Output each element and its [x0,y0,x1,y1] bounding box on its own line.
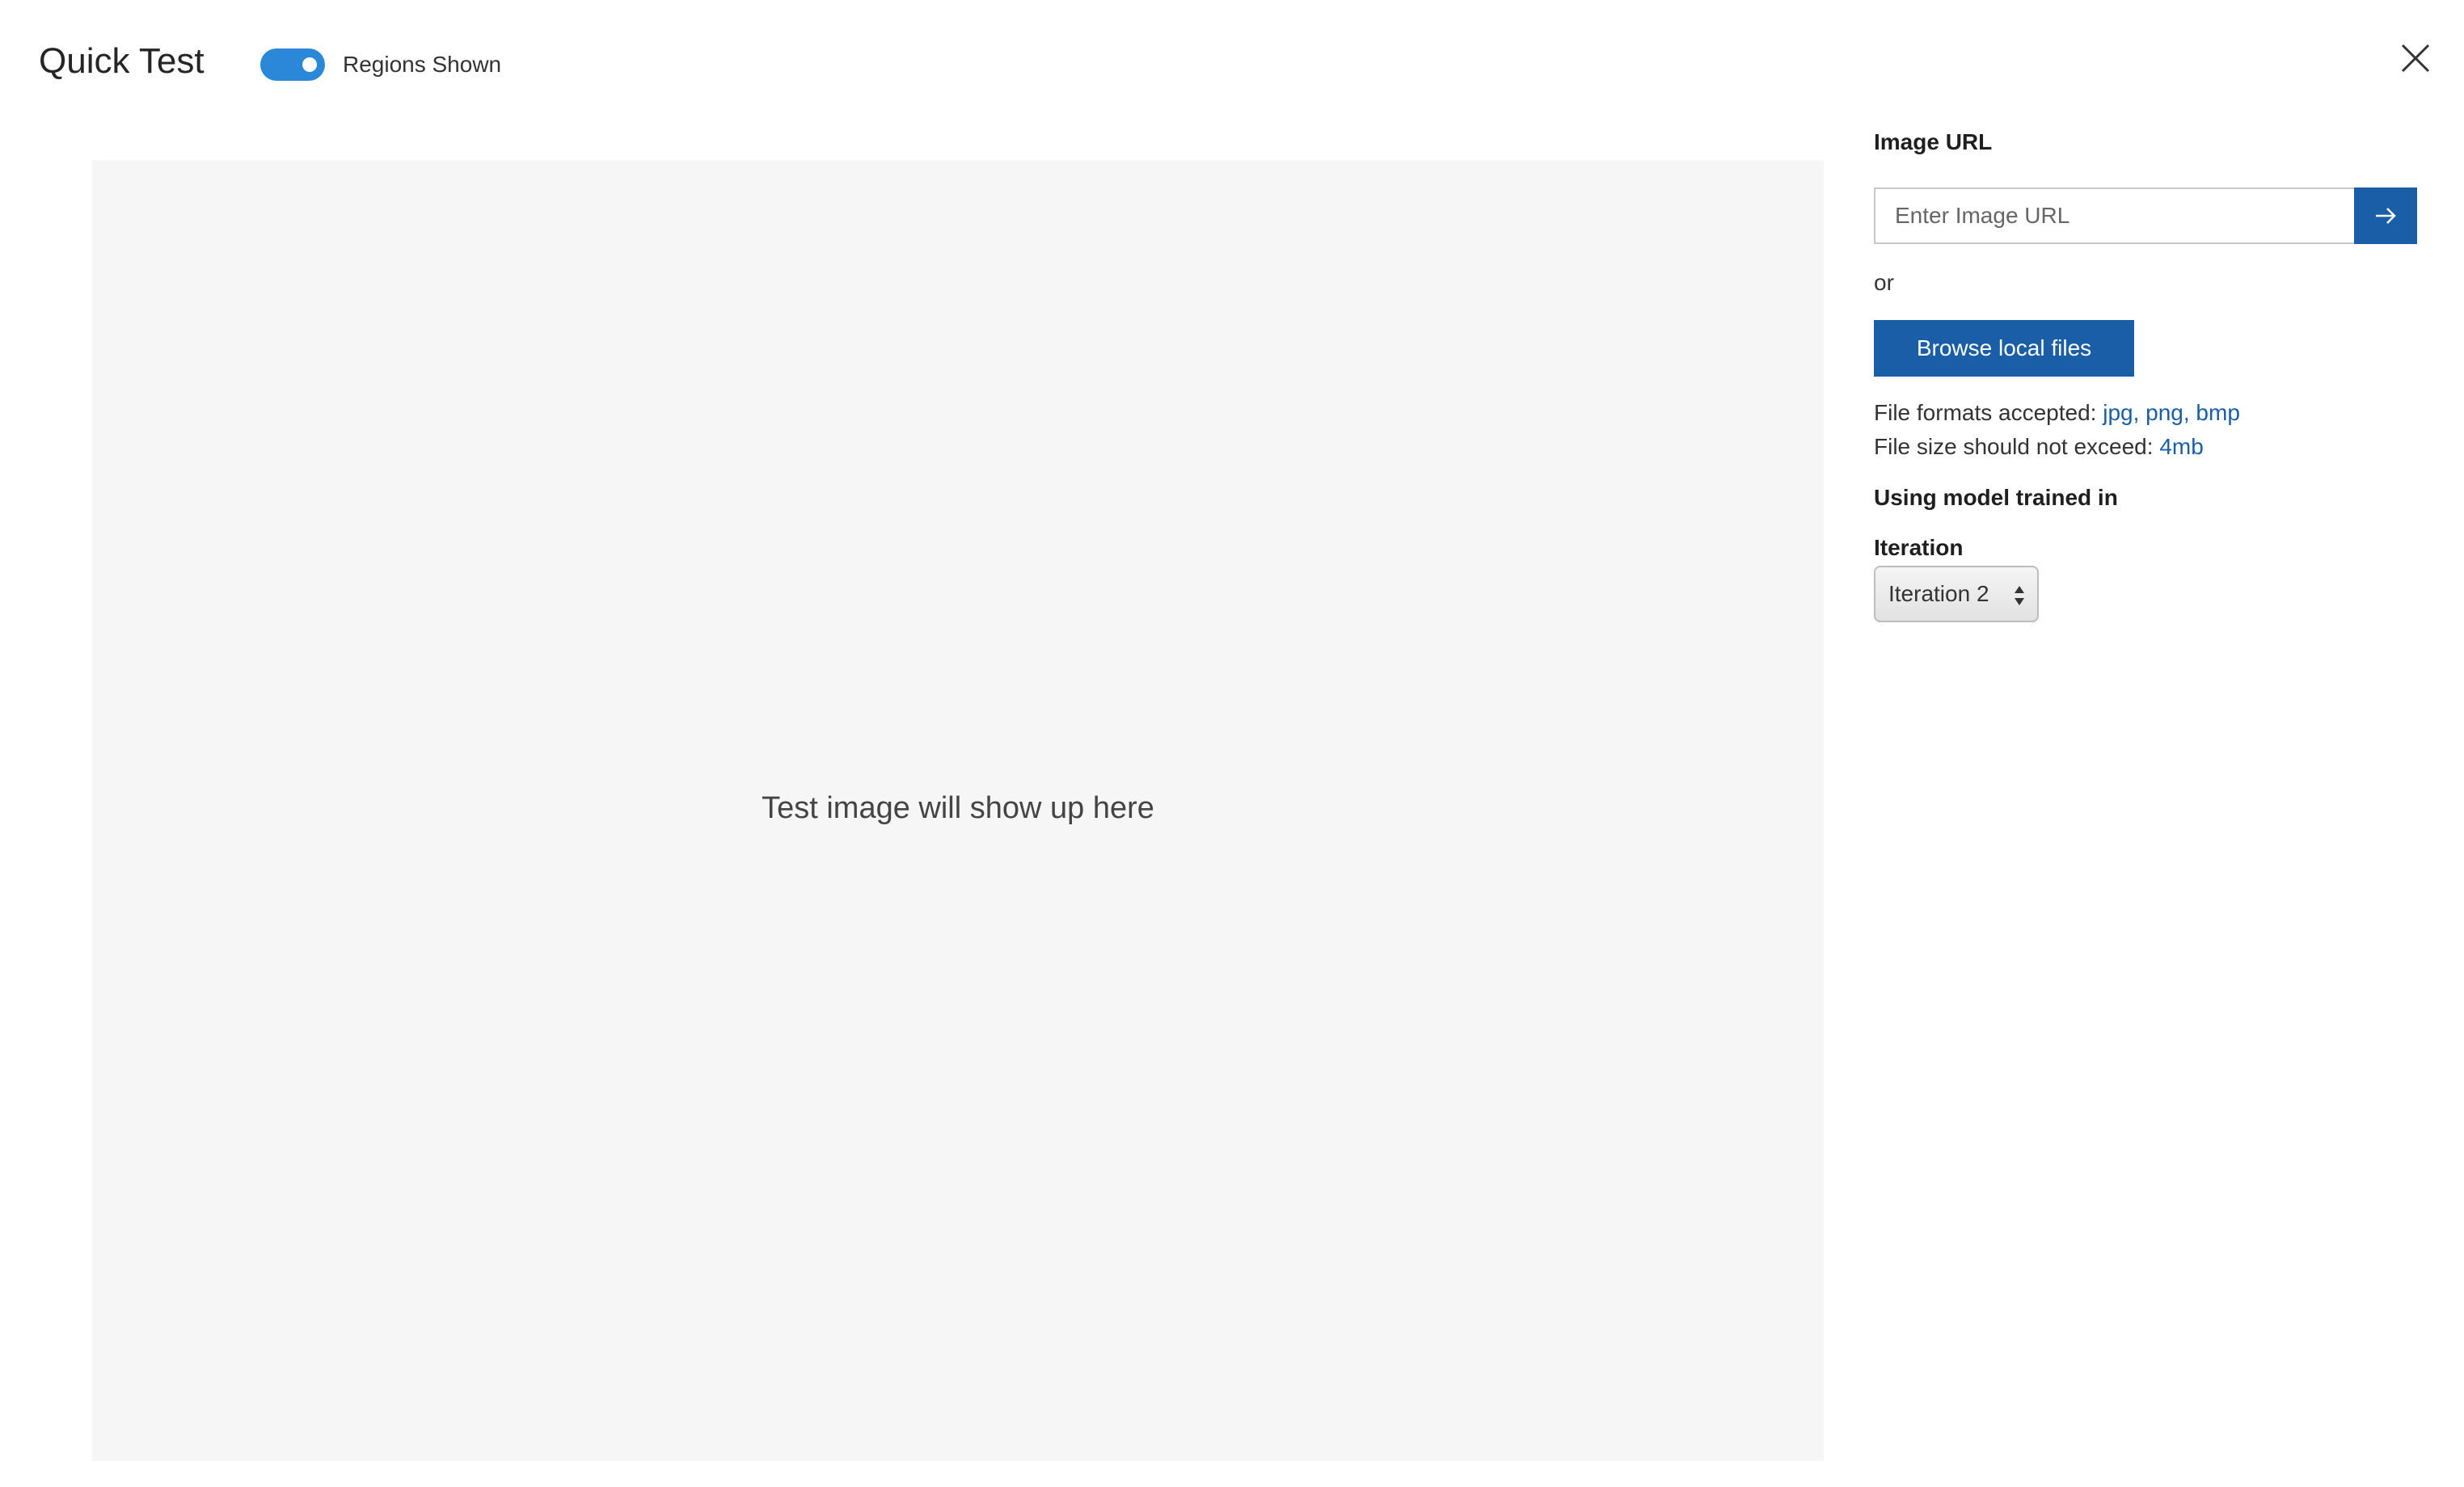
or-separator: or [1874,270,1894,295]
iteration-label: Iteration [1874,535,1964,560]
page-title: Quick Test [39,41,205,81]
regions-toggle[interactable] [260,48,325,81]
model-trained-label: Using model trained in [1874,485,2118,510]
submit-url-button[interactable] [2354,187,2417,244]
quick-test-dialog: Quick Test Regions Shown Test image will… [0,0,2464,1487]
arrow-right-icon [2376,208,2396,224]
iteration-select[interactable]: Iteration 2 [1874,566,2039,622]
regions-toggle-label: Regions Shown [343,52,502,77]
close-icon[interactable] [2396,39,2435,78]
toggle-knob [302,57,317,72]
file-formats-line: File formats accepted: jpg, png, bmp [1874,396,2240,430]
image-url-label: Image URL [1874,129,1993,154]
image-url-row [1874,187,2417,244]
file-formats-value: jpg, png, bmp [2103,400,2240,425]
file-size-value: 4mb [2159,434,2204,459]
file-size-prefix: File size should not exceed: [1874,434,2160,459]
image-placeholder-text: Test image will show up here [762,791,1154,825]
image-url-input[interactable] [1874,187,2354,244]
file-formats-prefix: File formats accepted: [1874,400,2103,425]
file-size-line: File size should not exceed: 4mb [1874,430,2240,464]
select-arrows-icon [2015,586,2024,605]
iteration-selected-value: Iteration 2 [1888,581,1989,606]
browse-local-files-button[interactable]: Browse local files [1874,320,2134,377]
test-image-area: Test image will show up here [92,160,1824,1461]
file-requirements: File formats accepted: jpg, png, bmp Fil… [1874,396,2240,464]
